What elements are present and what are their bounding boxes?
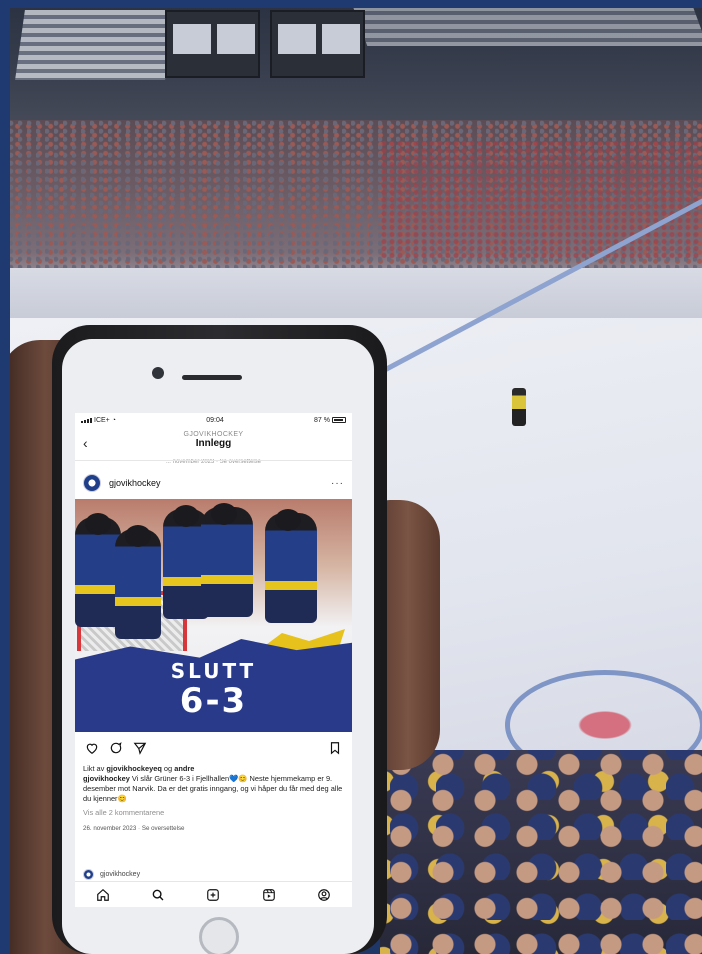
ceiling-lights-right [352,6,702,46]
earpiece [182,375,242,380]
final-label: SLUTT [170,659,257,683]
home-icon[interactable] [96,888,110,902]
home-button[interactable] [199,917,239,954]
caption-username[interactable]: gjovikhockey [83,774,130,783]
foreground-crowd [380,750,702,954]
bookmark-icon[interactable] [328,741,342,755]
player-figure [265,509,317,623]
next-post-header: gjovikhockey [75,867,352,881]
arena-scoreboard-right [270,10,365,78]
battery-fill [334,419,343,421]
heart-icon[interactable] [85,741,99,755]
status-bar: ICE+ ◔ 09:04 87 % [75,413,352,427]
red-seat-section [380,140,700,260]
next-post-username[interactable]: gjovikhockey [100,871,140,878]
post-caption: Likt av gjovikhockeyeq og andre gjovikho… [75,764,352,834]
comment-icon[interactable] [109,741,123,755]
likes-line: Likt av gjovikhockeyeq og andre [83,764,195,773]
search-icon[interactable] [151,888,165,902]
post-actions [75,732,352,764]
profile-icon[interactable] [317,888,331,902]
plus-square-icon[interactable] [206,888,220,902]
bottom-tab-bar [75,881,352,907]
clock: 09:04 [206,416,224,424]
page-title: Innlegg [195,438,232,449]
translate-link[interactable]: Se oversettelse [142,825,185,832]
battery-icon [332,417,346,423]
header-account: GJOVIKHOCKEY [183,431,244,438]
final-score: 6-3 [179,681,248,721]
player-figure [201,503,253,617]
liked-by-others[interactable]: andre [174,764,194,773]
liked-by-user[interactable]: gjovikhockeyeq [106,764,161,773]
signal-icon [81,417,92,423]
wifi-icon: ◔ [111,416,116,424]
avatar[interactable] [83,868,94,880]
front-camera [152,367,164,379]
post-image[interactable]: SLUTT 6-3 [75,499,352,732]
send-icon[interactable] [133,741,147,755]
post-header: ‹ GJOVIKHOCKEY Innlegg [75,427,352,461]
carrier-label: ICE+ [94,416,110,424]
back-arrow-icon[interactable]: ‹ [83,435,88,451]
arena-scoreboard-left [165,10,260,78]
phone-screen: ICE+ ◔ 09:04 87 % ‹ GJOVIKHOCKEY Innlegg… [75,413,352,907]
avatar[interactable] [83,474,101,492]
battery-label: 87 % [314,416,330,424]
post-author-row: gjovikhockey ··· [75,467,352,499]
hockey-player [512,388,526,426]
more-dots-icon[interactable]: ··· [331,478,344,489]
post-date: 26. november 2023 · Se oversettelse [83,825,185,832]
reels-icon[interactable] [262,888,276,902]
ceiling-lights [15,10,175,80]
post-username[interactable]: gjovikhockey [109,478,323,488]
caption-text: gjovikhockey Vi slår Grüner 6-3 i Fjellh… [83,774,343,803]
view-comments-link[interactable]: Vis alle 2 kommentarene [83,808,344,818]
player-figure [115,525,161,639]
